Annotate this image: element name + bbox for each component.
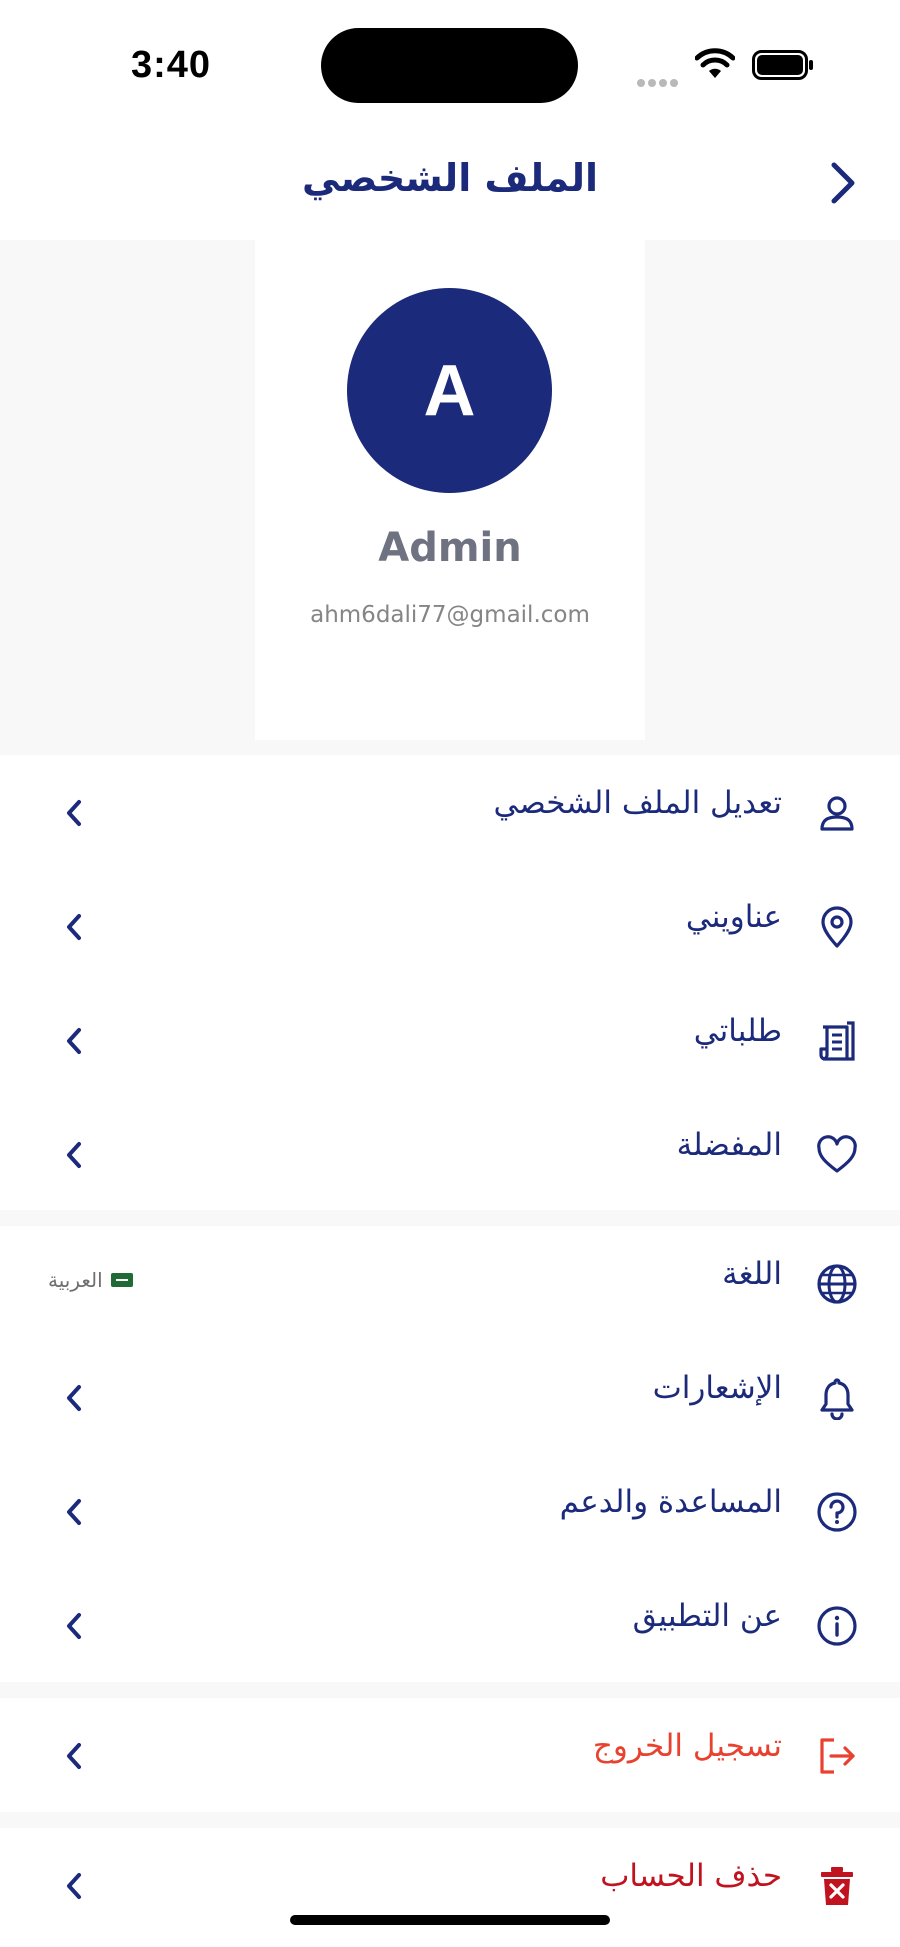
chevron-left-icon (56, 909, 92, 945)
menu-item-my-addresses[interactable]: عناويني (0, 869, 900, 983)
heart-icon (815, 1133, 859, 1177)
menu-item-notifications[interactable]: الإشعارات (0, 1340, 900, 1454)
settings-menu: اللغة العربية الإشعارات المساعدة والدعم … (0, 1226, 900, 1682)
menu-item-edit-profile[interactable]: تعديل الملف الشخصي (0, 755, 900, 869)
menu-item-label: المفضلة (676, 1127, 782, 1163)
menu-item-about-app[interactable]: عن التطبيق (0, 1568, 900, 1682)
menu-item-label: الإشعارات (652, 1370, 782, 1406)
battery-icon (752, 50, 813, 80)
user-name: Admin (378, 525, 522, 571)
menu-item-label: عناويني (685, 899, 782, 935)
info-icon (815, 1604, 859, 1648)
menu-item-label: اللغة (722, 1256, 782, 1292)
globe-icon (815, 1262, 859, 1306)
home-indicator (290, 1915, 610, 1925)
chevron-left-icon (56, 1868, 92, 1904)
delete-account-section: حذف الحساب (0, 1828, 900, 1947)
menu-item-favorites[interactable]: المفضلة (0, 1097, 900, 1211)
language-value: العربية (48, 1268, 133, 1292)
menu-item-label: تعديل الملف الشخصي (493, 785, 782, 821)
chevron-left-icon (56, 1608, 92, 1644)
account-menu: تعديل الملف الشخصي عناويني طلباتي المفضل… (0, 755, 900, 1210)
wifi-icon (695, 48, 735, 78)
saudi-flag-icon (110, 1273, 133, 1287)
signal-dots-icon (637, 72, 681, 91)
user-email: ahm6dali77@gmail.com (310, 602, 590, 628)
back-button[interactable] (818, 158, 868, 208)
section-divider (0, 1682, 900, 1698)
menu-item-help-support[interactable]: المساعدة والدعم (0, 1454, 900, 1568)
menu-item-label: عن التطبيق (632, 1598, 782, 1634)
language-value-text: العربية (48, 1268, 103, 1292)
location-pin-icon (815, 905, 859, 949)
logout-button[interactable]: تسجيل الخروج (0, 1698, 900, 1812)
nav-header: الملف الشخصي (0, 130, 900, 230)
chevron-left-icon (56, 795, 92, 831)
dynamic-island (321, 28, 578, 103)
menu-item-language[interactable]: اللغة العربية (0, 1226, 900, 1340)
chevron-left-icon (56, 1494, 92, 1530)
chevron-left-icon (56, 1380, 92, 1416)
chevron-left-icon (56, 1137, 92, 1173)
help-icon (815, 1490, 859, 1534)
menu-item-label: طلباتي (693, 1013, 782, 1049)
section-divider (0, 1210, 900, 1226)
chevron-left-icon (56, 1738, 92, 1774)
menu-item-my-orders[interactable]: طلباتي (0, 983, 900, 1097)
chevron-right-icon (831, 162, 855, 204)
status-bar: 3:40 (0, 0, 900, 120)
logout-label: تسجيل الخروج (592, 1728, 782, 1764)
menu-item-label: المساعدة والدعم (559, 1484, 782, 1520)
receipt-icon (815, 1019, 859, 1063)
avatar: A (347, 288, 552, 493)
logout-section: تسجيل الخروج (0, 1698, 900, 1812)
user-icon (815, 791, 859, 835)
delete-account-label: حذف الحساب (600, 1858, 782, 1894)
profile-section: A Admin ahm6dali77@gmail.com (0, 240, 900, 755)
status-time: 3:40 (131, 44, 212, 86)
page-title: الملف الشخصي (301, 156, 598, 200)
logout-icon (815, 1734, 859, 1778)
section-divider (0, 1812, 900, 1828)
chevron-left-icon (56, 1023, 92, 1059)
trash-icon (815, 1864, 859, 1908)
profile-card: A Admin ahm6dali77@gmail.com (255, 240, 645, 740)
bell-icon (815, 1376, 859, 1420)
